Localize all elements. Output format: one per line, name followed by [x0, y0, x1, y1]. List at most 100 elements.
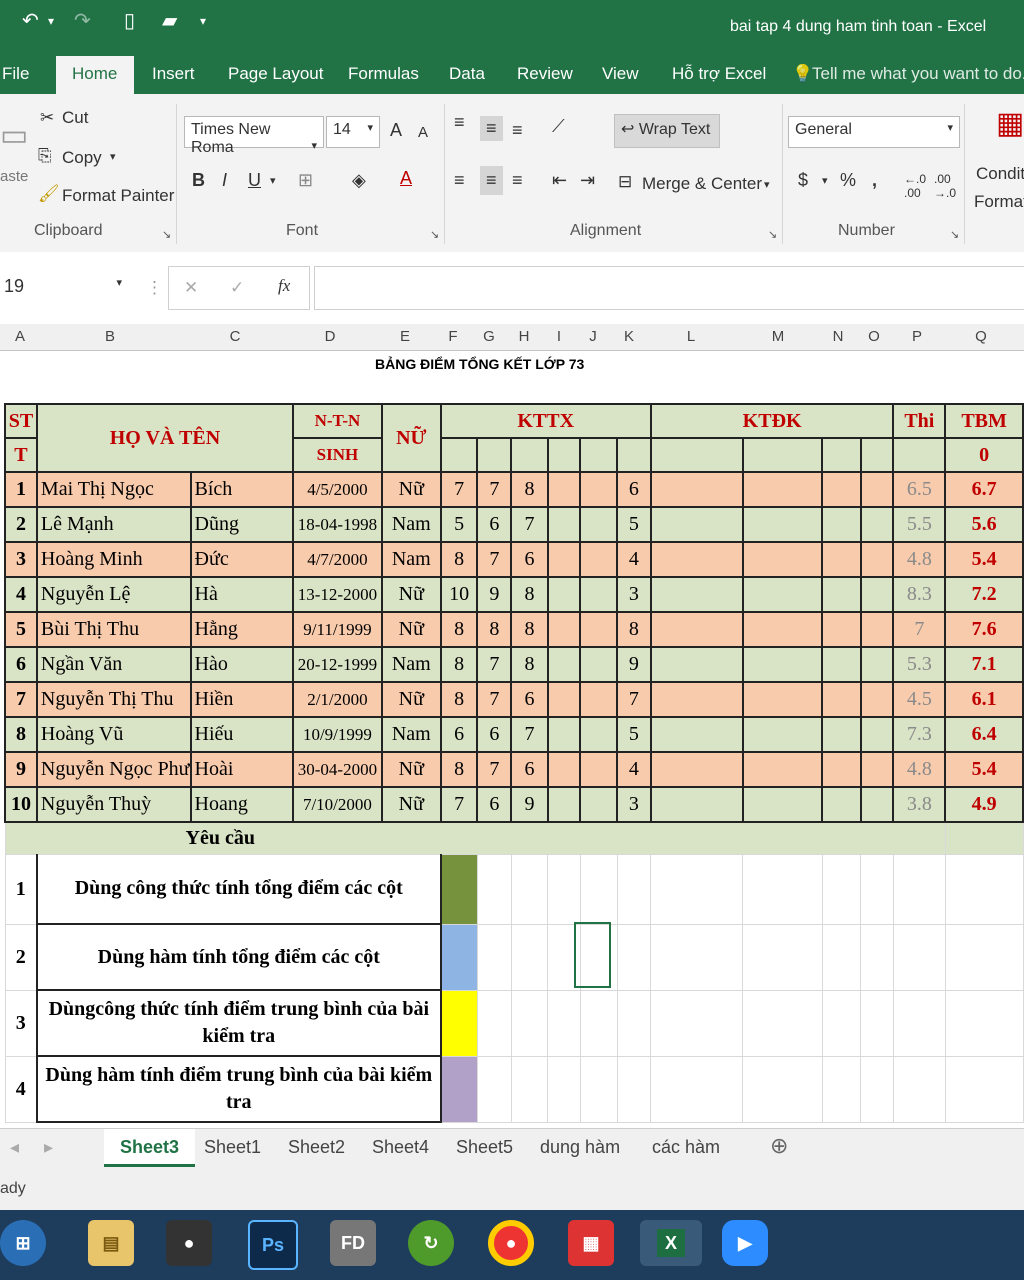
- cell[interactable]: [742, 923, 823, 991]
- score-cell[interactable]: 8: [439, 611, 479, 648]
- excel-icon[interactable]: X: [640, 1220, 702, 1266]
- cell[interactable]: [476, 923, 512, 991]
- cell[interactable]: [510, 923, 549, 991]
- currency-button[interactable]: $: [798, 170, 808, 191]
- cell[interactable]: [742, 853, 823, 925]
- average-cell[interactable]: 7.1: [944, 646, 1024, 683]
- cell[interactable]: [510, 1055, 549, 1123]
- row-number[interactable]: 6: [4, 646, 38, 683]
- score-cell[interactable]: 8: [510, 646, 549, 683]
- row-number[interactable]: 3: [4, 541, 38, 578]
- first-name-cell[interactable]: Hào: [189, 646, 294, 683]
- cell[interactable]: [546, 611, 582, 648]
- cell[interactable]: [859, 541, 895, 578]
- cell[interactable]: [510, 989, 549, 1057]
- row-number[interactable]: 9: [4, 751, 38, 788]
- conditional-formatting-icon[interactable]: ▦: [996, 106, 1024, 141]
- sheet-tab-sheet5[interactable]: Sheet5: [456, 1137, 513, 1158]
- requirements-title[interactable]: Yêu cầu: [4, 821, 946, 855]
- cell[interactable]: [616, 437, 652, 473]
- enter-icon[interactable]: ✓: [230, 278, 244, 298]
- cell[interactable]: [859, 786, 895, 823]
- cell[interactable]: [616, 853, 652, 925]
- dob-cell[interactable]: 4/5/2000: [291, 471, 383, 508]
- cell[interactable]: [649, 576, 744, 613]
- score-cell[interactable]: 7: [439, 786, 479, 823]
- tab-data[interactable]: Data: [449, 64, 485, 84]
- score-cell[interactable]: 6: [476, 506, 513, 543]
- column-header-n[interactable]: N: [828, 328, 848, 345]
- score-cell[interactable]: 8: [510, 611, 549, 648]
- gender-cell[interactable]: Nam: [380, 646, 442, 683]
- name-cell[interactable]: Hoàng Minh: [35, 541, 192, 578]
- cell[interactable]: [546, 437, 582, 473]
- decrease-decimal-button[interactable]: .00 →.0: [934, 172, 960, 200]
- cell[interactable]: [616, 923, 652, 991]
- exam-score-cell[interactable]: 4.8: [892, 541, 947, 578]
- merge-dropdown-icon[interactable]: ▾: [764, 178, 770, 191]
- grow-font-icon[interactable]: A: [390, 120, 402, 141]
- cell[interactable]: [859, 611, 895, 648]
- cell[interactable]: [859, 681, 895, 718]
- cell[interactable]: [859, 751, 895, 788]
- cell[interactable]: [546, 681, 582, 718]
- score-cell[interactable]: 9: [476, 576, 513, 613]
- number-launcher-icon[interactable]: ↘: [950, 228, 959, 241]
- cell[interactable]: [546, 471, 582, 508]
- score-cell[interactable]: 9: [616, 646, 652, 683]
- score-cell[interactable]: 6: [476, 716, 513, 753]
- cell[interactable]: [741, 506, 824, 543]
- requirement-number[interactable]: 1: [4, 853, 38, 925]
- cell[interactable]: [821, 506, 862, 543]
- name-box[interactable]: 19 ▾: [0, 268, 128, 306]
- cell[interactable]: [944, 923, 1024, 991]
- dob-cell[interactable]: 7/10/2000: [291, 786, 383, 823]
- score-cell[interactable]: 6: [439, 716, 479, 753]
- tab-page-layout[interactable]: Page Layout: [228, 64, 323, 84]
- row-number[interactable]: 1: [4, 471, 38, 508]
- cell[interactable]: [650, 923, 744, 991]
- fill-color-icon[interactable]: ◈: [352, 170, 366, 191]
- add-sheet-icon[interactable]: ⊕: [770, 1133, 788, 1159]
- cell[interactable]: [741, 681, 824, 718]
- chrome-icon[interactable]: ●: [488, 1220, 534, 1266]
- cell[interactable]: [579, 716, 619, 753]
- cell[interactable]: [476, 437, 513, 473]
- tbm-total-cell[interactable]: 0: [944, 437, 1024, 473]
- cell[interactable]: [579, 471, 619, 508]
- cell[interactable]: [649, 437, 744, 473]
- app-red-icon[interactable]: ▦: [568, 1220, 614, 1266]
- cell[interactable]: [650, 1055, 744, 1123]
- tell-me-search[interactable]: Tell me what you want to do...: [812, 64, 1024, 84]
- undo-icon[interactable]: ↶: [22, 8, 39, 33]
- font-name-dropdown-icon[interactable]: ▾: [311, 139, 317, 152]
- name-cell[interactable]: Mai Thị Ngọc: [35, 471, 192, 508]
- exam-score-cell[interactable]: 4.5: [892, 681, 947, 718]
- gender-cell[interactable]: Nữ: [380, 611, 442, 648]
- score-cell[interactable]: 6: [616, 471, 652, 508]
- cell[interactable]: [579, 989, 618, 1057]
- cell[interactable]: [860, 923, 894, 991]
- cell[interactable]: [579, 576, 619, 613]
- cell[interactable]: [944, 1055, 1024, 1123]
- cell[interactable]: [860, 853, 894, 925]
- cell[interactable]: [741, 716, 824, 753]
- sheet-tab-sheet4[interactable]: Sheet4: [372, 1137, 429, 1158]
- average-cell[interactable]: 5.4: [944, 541, 1024, 578]
- cell[interactable]: [944, 821, 1024, 855]
- cell[interactable]: [579, 437, 619, 473]
- font-size-box[interactable]: 14 ▾: [326, 116, 380, 148]
- column-header-k[interactable]: K: [619, 328, 639, 345]
- score-cell[interactable]: 5: [616, 716, 652, 753]
- requirement-color-cell[interactable]: [440, 923, 478, 991]
- cut-button[interactable]: Cut: [62, 108, 88, 128]
- cell[interactable]: [579, 751, 619, 788]
- first-name-cell[interactable]: Bích: [189, 471, 294, 508]
- italic-button[interactable]: I: [222, 170, 227, 191]
- cell[interactable]: [821, 853, 862, 925]
- align-center-icon[interactable]: ≡: [480, 166, 503, 195]
- cell[interactable]: [579, 611, 619, 648]
- dob-cell[interactable]: 30-04-2000: [291, 751, 383, 788]
- scroll-left-icon[interactable]: ◂: [10, 1137, 19, 1158]
- cell[interactable]: [546, 506, 582, 543]
